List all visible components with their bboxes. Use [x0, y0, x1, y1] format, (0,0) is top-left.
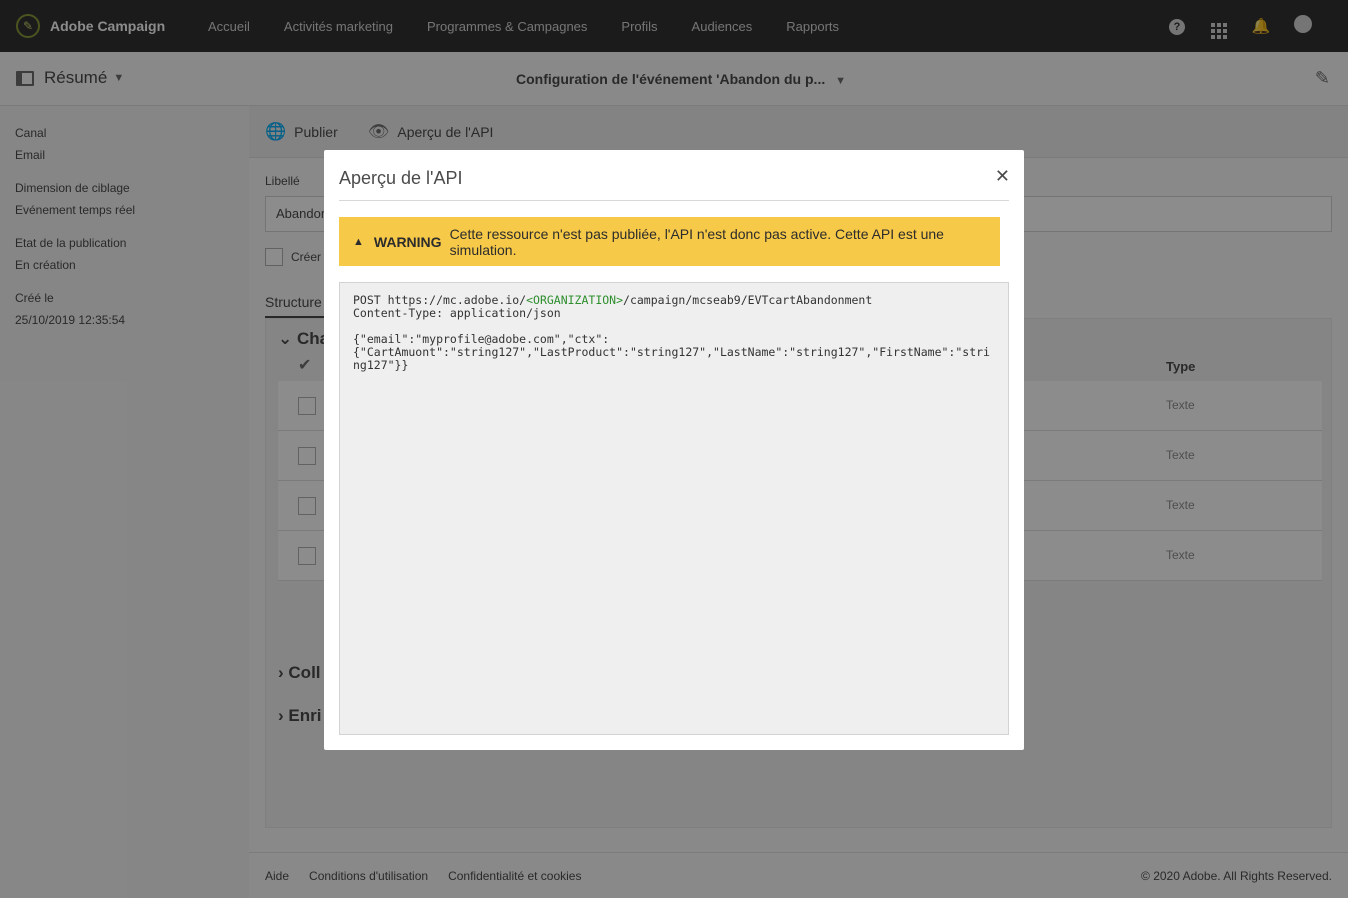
close-icon[interactable]: ✕ [995, 166, 1010, 187]
modal-divider [339, 200, 1009, 201]
warning-text: Cette ressource n'est pas publiée, l'API… [449, 225, 944, 258]
code-org-token: <ORGANIZATION> [526, 293, 624, 307]
warning-triangle-icon: ▲ [353, 235, 364, 248]
api-code-preview[interactable]: POST https://mc.adobe.io/<ORGANIZATION>/… [339, 282, 1009, 735]
code-content-type: Content-Type: application/json [353, 306, 561, 320]
modal-title: Aperçu de l'API [339, 168, 463, 188]
code-method-prefix: POST https://mc.adobe.io/ [353, 293, 527, 307]
code-json-body: {"email":"myprofile@adobe.com","ctx": {"… [353, 332, 990, 372]
code-path-suffix: /campaign/mcseab9/EVTcartAbandonment [623, 293, 873, 307]
warning-label: WARNING [373, 233, 442, 250]
warning-banner: ▲ WARNING Cette ressource n'est pas publ… [339, 217, 1000, 266]
api-preview-modal: Aperçu de l'API ✕ ▲ WARNING Cette ressou… [324, 150, 1024, 750]
